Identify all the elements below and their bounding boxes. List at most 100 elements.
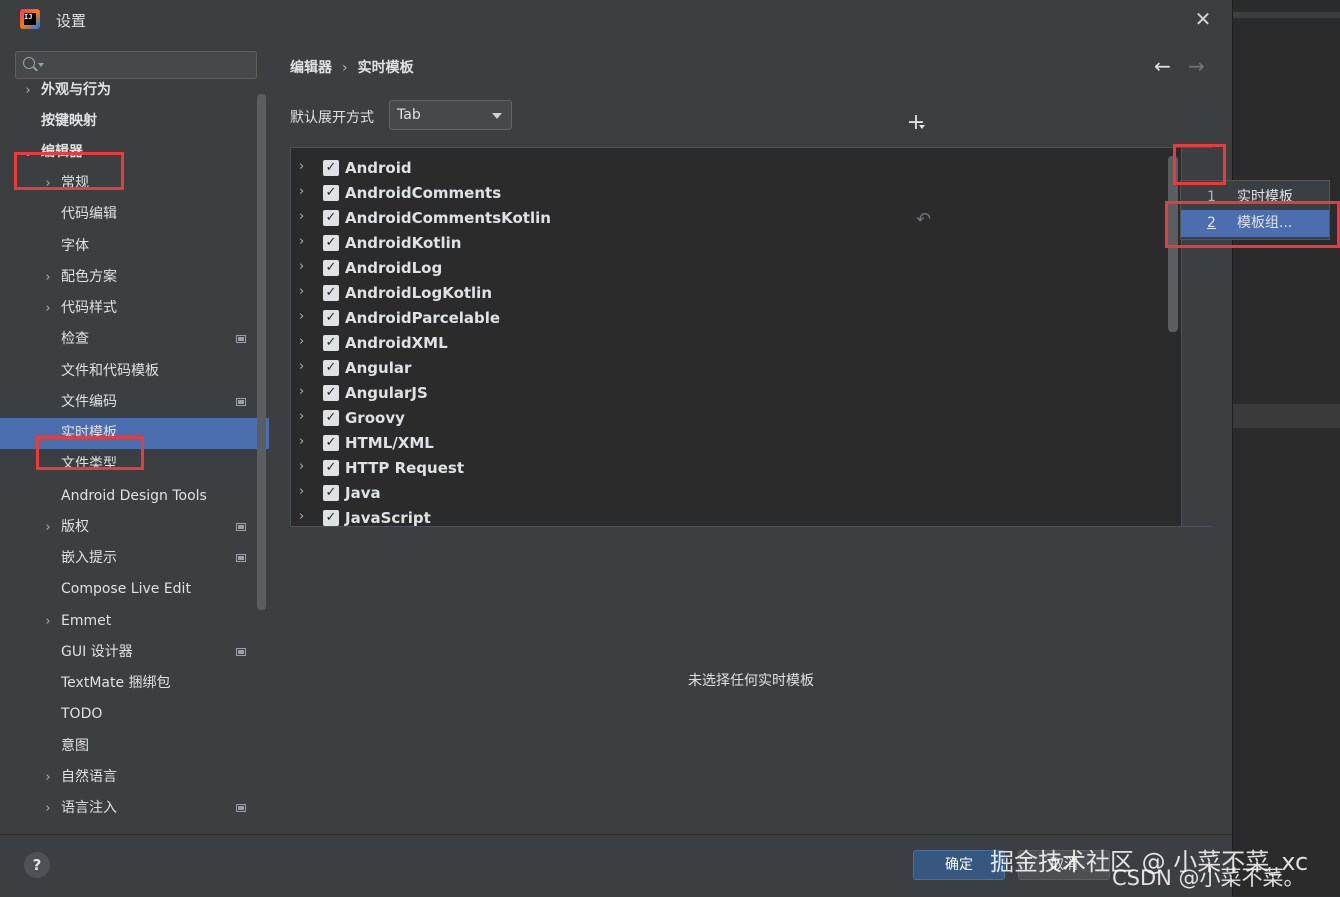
- sidebar-item[interactable]: › 代码样式: [0, 293, 269, 324]
- restore-defaults-icon[interactable]: ↶: [916, 209, 931, 230]
- template-group-row[interactable]: › ✓ HTTP Request: [291, 456, 1171, 481]
- template-group-row[interactable]: › ✓ AndroidCommentsKotlin: [291, 206, 1171, 231]
- chevron-icon[interactable]: ›: [42, 262, 54, 293]
- sidebar-item[interactable]: 字体: [0, 231, 269, 262]
- chevron-right-icon[interactable]: ›: [299, 259, 304, 274]
- template-group-row[interactable]: › ✓ AndroidLogKotlin: [291, 281, 1171, 306]
- sidebar-item[interactable]: › 自然语言: [0, 762, 269, 793]
- sidebar-item-label: 意图: [61, 738, 89, 754]
- chevron-right-icon[interactable]: ›: [299, 309, 304, 324]
- window-title: 设置: [56, 12, 87, 30]
- template-group-checkbox[interactable]: ✓: [323, 485, 339, 501]
- template-group-checkbox[interactable]: ✓: [323, 410, 339, 426]
- template-group-row[interactable]: › ✓ JavaScript: [291, 506, 1171, 526]
- sidebar-item[interactable]: 文件编码: [0, 387, 269, 418]
- template-group-checkbox[interactable]: ✓: [323, 160, 339, 176]
- help-icon[interactable]: ?: [24, 852, 50, 878]
- chevron-right-icon[interactable]: ›: [299, 334, 304, 349]
- intellij-app-icon: IJ: [20, 9, 40, 29]
- template-group-name: AndroidCommentsKotlin: [345, 209, 551, 227]
- sidebar-item[interactable]: 嵌入提示: [0, 543, 269, 574]
- expand-with-select[interactable]: Tab: [389, 100, 512, 130]
- sidebar-item[interactable]: TextMate 捆绑包: [0, 668, 269, 699]
- add-icon[interactable]: +: [904, 111, 928, 135]
- add-symbol: +: [906, 110, 926, 135]
- chevron-icon[interactable]: ›: [22, 75, 34, 106]
- forward-arrow-icon[interactable]: →: [1188, 54, 1205, 78]
- template-group-row[interactable]: › ✓ AndroidLog: [291, 256, 1171, 281]
- template-group-row[interactable]: › ✓ AndroidKotlin: [291, 231, 1171, 256]
- sidebar-item[interactable]: TODO: [0, 699, 269, 730]
- template-group-checkbox[interactable]: ✓: [323, 185, 339, 201]
- template-group-row[interactable]: › ✓ AndroidComments: [291, 181, 1171, 206]
- watermark-csdn: CSDN @小菜不菜。: [1112, 866, 1305, 890]
- chevron-right-icon[interactable]: ›: [299, 384, 304, 399]
- template-group-row[interactable]: › ✓ Groovy: [291, 406, 1171, 431]
- chevron-icon[interactable]: ›: [42, 762, 54, 793]
- chevron-right-icon[interactable]: ›: [299, 359, 304, 374]
- sidebar-item[interactable]: › 语言注入: [0, 793, 269, 824]
- template-group-checkbox[interactable]: ✓: [323, 335, 339, 351]
- sidebar-item[interactable]: › Emmet: [0, 606, 269, 637]
- template-group-row[interactable]: › ✓ Android: [291, 156, 1171, 181]
- sidebar-item-label: 嵌入提示: [61, 550, 117, 566]
- chevron-right-icon[interactable]: ›: [299, 284, 304, 299]
- chevron-right-icon[interactable]: ›: [299, 184, 304, 199]
- template-group-checkbox[interactable]: ✓: [323, 285, 339, 301]
- chevron-right-icon[interactable]: ›: [299, 159, 304, 174]
- template-group-checkbox[interactable]: ✓: [323, 435, 339, 451]
- back-arrow-icon[interactable]: ←: [1154, 54, 1171, 78]
- template-group-name: AndroidLog: [345, 259, 443, 277]
- chevron-right-icon[interactable]: ›: [299, 459, 304, 474]
- sidebar-item-label: 代码编辑: [61, 206, 117, 222]
- sidebar-item[interactable]: 意图: [0, 731, 269, 762]
- chevron-right-icon[interactable]: ›: [299, 209, 304, 224]
- chevron-icon[interactable]: ›: [42, 793, 54, 824]
- chevron-right-icon[interactable]: ›: [299, 434, 304, 449]
- template-group-row[interactable]: › ✓ AndroidXML: [291, 331, 1171, 356]
- template-group-checkbox[interactable]: ✓: [323, 385, 339, 401]
- template-group-checkbox[interactable]: ✓: [323, 510, 339, 526]
- chevron-icon[interactable]: ›: [42, 606, 54, 637]
- template-group-checkbox[interactable]: ✓: [323, 460, 339, 476]
- close-icon[interactable]: ✕: [1192, 8, 1214, 30]
- background-band: [1232, 404, 1340, 428]
- dropdown-caret-icon: [919, 125, 925, 129]
- highlight-box: [1173, 144, 1226, 185]
- sidebar-item[interactable]: 检查: [0, 324, 269, 355]
- breadcrumb-item[interactable]: 编辑器: [290, 60, 332, 76]
- sidebar-item[interactable]: 文件和代码模板: [0, 356, 269, 387]
- breadcrumb-item: 实时模板: [357, 60, 414, 76]
- template-group-row[interactable]: › ✓ HTML/XML: [291, 431, 1171, 456]
- chevron-right-icon[interactable]: ›: [299, 509, 304, 524]
- sidebar-item-label: Android Design Tools: [61, 488, 207, 504]
- chevron-icon[interactable]: ›: [42, 293, 54, 324]
- template-group-checkbox[interactable]: ✓: [323, 235, 339, 251]
- template-group-row[interactable]: › ✓ Java: [291, 481, 1171, 506]
- sidebar-item[interactable]: › 版权: [0, 512, 269, 543]
- chevron-right-icon[interactable]: ›: [299, 234, 304, 249]
- template-group-row[interactable]: › ✓ AngularJS: [291, 381, 1171, 406]
- chevron-icon[interactable]: ›: [42, 512, 54, 543]
- sidebar-item[interactable]: Android Design Tools: [0, 481, 269, 512]
- breadcrumb-separator: ›: [342, 60, 348, 76]
- template-group-checkbox[interactable]: ✓: [323, 260, 339, 276]
- template-group-checkbox[interactable]: ✓: [323, 360, 339, 376]
- background-ide: [1232, 0, 1340, 896]
- template-group-name: AndroidParcelable: [345, 309, 501, 327]
- sidebar-scrollbar[interactable]: [257, 94, 266, 610]
- template-group-name: JavaScript: [345, 509, 431, 526]
- expand-with-label: 默认展开方式: [290, 110, 374, 126]
- template-group-row[interactable]: › ✓ AndroidParcelable: [291, 306, 1171, 331]
- chevron-right-icon[interactable]: ›: [299, 484, 304, 499]
- template-group-row[interactable]: › ✓ Angular: [291, 356, 1171, 381]
- sidebar-item[interactable]: 代码编辑: [0, 199, 269, 230]
- sidebar-item[interactable]: Compose Live Edit: [0, 574, 269, 605]
- sidebar-item[interactable]: 按键映射: [0, 106, 269, 137]
- template-group-checkbox[interactable]: ✓: [323, 310, 339, 326]
- chevron-right-icon[interactable]: ›: [299, 409, 304, 424]
- sidebar-item[interactable]: › 配色方案: [0, 262, 269, 293]
- template-group-checkbox[interactable]: ✓: [323, 210, 339, 226]
- sidebar-item[interactable]: GUI 设计器: [0, 637, 269, 668]
- sidebar-item[interactable]: › 外观与行为: [0, 75, 269, 106]
